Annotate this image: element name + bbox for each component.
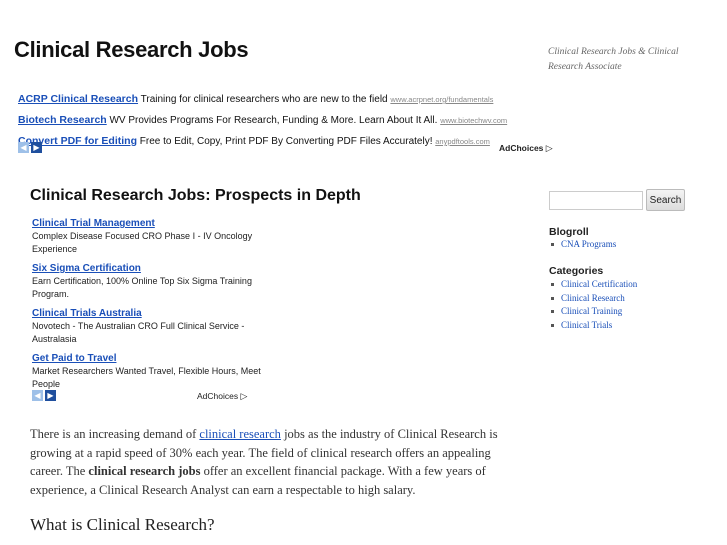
categories-list: Clinical Certification Clinical Research… — [549, 278, 637, 332]
search-button[interactable]: Search — [646, 189, 685, 211]
post-title[interactable]: Clinical Research Jobs: Prospects in Dep… — [30, 187, 361, 205]
adchoices-icon: ▷ — [545, 143, 553, 153]
inline-ad-block: Clinical Trial Management Complex Diseas… — [32, 217, 262, 397]
adchoices-icon: ▷ — [240, 391, 248, 401]
adchoices-label[interactable]: AdChoices — [197, 391, 238, 401]
top-ad-nav: ◀ ▶ — [18, 142, 42, 153]
ad-text: WV Provides Programs For Research, Fundi… — [109, 115, 438, 126]
search-input[interactable] — [549, 191, 643, 210]
next-arrow-icon[interactable]: ▶ — [45, 390, 56, 401]
ad-text: Training for clinical researchers who ar… — [140, 94, 388, 105]
adchoices-inline[interactable]: AdChoices ▷ — [197, 391, 247, 402]
ad-title[interactable]: Clinical Trial Management — [32, 217, 262, 230]
adchoices-top[interactable]: AdChoices ▷ — [499, 143, 553, 154]
post-paragraph: There is an increasing demand of clinica… — [30, 425, 500, 499]
category-item[interactable]: Clinical Training — [549, 305, 637, 319]
ad-text: Free to Edit, Copy, Print PDF By Convert… — [139, 136, 433, 147]
category-link[interactable]: Clinical Training — [561, 306, 622, 316]
ad-text: Complex Disease Focused CRO Phase I - IV… — [32, 231, 253, 254]
next-arrow-icon[interactable]: ▶ — [31, 142, 42, 153]
category-item[interactable]: Clinical Research — [549, 292, 637, 306]
paragraph-text: There is an increasing demand of — [30, 427, 200, 441]
blogroll-link[interactable]: CNA Programs — [561, 239, 616, 249]
blogroll-item[interactable]: CNA Programs — [549, 238, 616, 252]
prev-arrow-icon[interactable]: ◀ — [18, 142, 29, 153]
site-tagline: Clinical Research Jobs & Clinical Resear… — [548, 47, 679, 72]
ad-title[interactable]: Clinical Trials Australia — [32, 307, 262, 320]
category-item[interactable]: Clinical Certification — [549, 278, 637, 292]
section-heading: What is Clinical Research? — [30, 515, 215, 534]
clinical-research-link[interactable]: clinical research — [199, 427, 281, 441]
ad-text: Novotech - The Australian CRO Full Clini… — [32, 321, 245, 344]
category-link[interactable]: Clinical Certification — [561, 279, 637, 289]
ad-text: Earn Certification, 100% Online Top Six … — [32, 276, 252, 299]
adchoices-label[interactable]: AdChoices — [499, 143, 543, 153]
top-ad-1[interactable]: ACRP Clinical Research Training for clin… — [18, 89, 558, 110]
paragraph-bold-text: clinical research jobs — [88, 464, 201, 478]
ad-url[interactable]: anypdftools.com — [435, 137, 490, 146]
inline-ad-4[interactable]: Get Paid to Travel Market Researchers Wa… — [32, 352, 262, 391]
categories-title: Categories — [549, 265, 604, 277]
category-link[interactable]: Clinical Research — [561, 293, 625, 303]
site-title[interactable]: Clinical Research Jobs — [14, 37, 249, 63]
inline-ad-1[interactable]: Clinical Trial Management Complex Diseas… — [32, 217, 262, 256]
ad-title[interactable]: Get Paid to Travel — [32, 352, 262, 365]
ad-title[interactable]: Biotech Research — [18, 114, 107, 126]
blogroll-list: CNA Programs — [549, 238, 616, 252]
blogroll-title: Blogroll — [549, 226, 589, 238]
inline-ad-nav: ◀ ▶ — [32, 390, 56, 401]
ad-url[interactable]: www.biotechwv.com — [440, 116, 507, 125]
top-ad-2[interactable]: Biotech Research WV Provides Programs Fo… — [18, 110, 558, 131]
top-ad-3[interactable]: Convert PDF for Editing Free to Edit, Co… — [18, 131, 558, 152]
ad-title[interactable]: ACRP Clinical Research — [18, 93, 138, 105]
category-link[interactable]: Clinical Trials — [561, 320, 612, 330]
ad-text: Market Researchers Wanted Travel, Flexib… — [32, 366, 261, 389]
category-item[interactable]: Clinical Trials — [549, 319, 637, 333]
top-ad-block: ACRP Clinical Research Training for clin… — [18, 89, 558, 152]
prev-arrow-icon[interactable]: ◀ — [32, 390, 43, 401]
ad-title[interactable]: Six Sigma Certification — [32, 262, 262, 275]
ad-url[interactable]: www.acrpnet.org/fundamentals — [390, 95, 493, 104]
inline-ad-2[interactable]: Six Sigma Certification Earn Certificati… — [32, 262, 262, 301]
inline-ad-3[interactable]: Clinical Trials Australia Novotech - The… — [32, 307, 262, 346]
